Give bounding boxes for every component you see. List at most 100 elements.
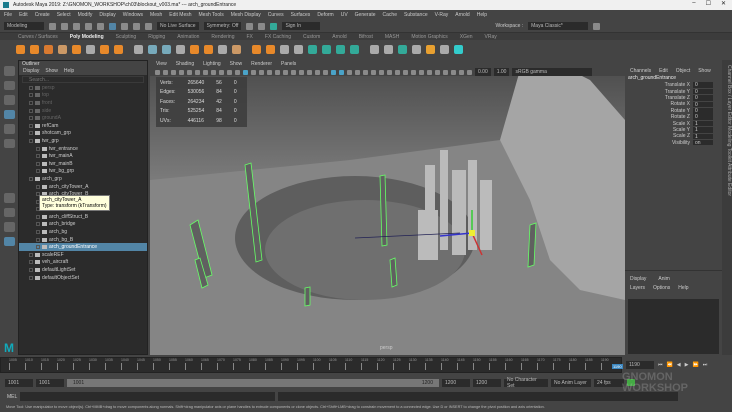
- outliner-item[interactable]: defaultLightSet: [19, 266, 147, 274]
- channel-value[interactable]: 1: [693, 133, 713, 140]
- menu-deform[interactable]: Deform: [317, 12, 333, 18]
- visibility-checkbox[interactable]: [36, 222, 40, 227]
- outliner-menu-help[interactable]: Help: [64, 68, 74, 74]
- visibility-checkbox[interactable]: [29, 275, 33, 280]
- viewport-persp[interactable]: View Shading Lighting Show Renderer Panels 0.…: [150, 60, 625, 355]
- play-forward-icon[interactable]: ▶: [685, 362, 689, 368]
- shelf-tool-icon[interactable]: [204, 44, 213, 54]
- shelf-tool-icon[interactable]: [100, 44, 109, 54]
- time-slider[interactable]: 1190 1005 1010 1015 1020 1025 1030 1035 1040 1045…: [0, 357, 623, 373]
- menu-mesh-tools[interactable]: Mesh Tools: [199, 12, 224, 18]
- viewport-tool-icon[interactable]: [435, 69, 440, 75]
- shelf-tab-xgen[interactable]: XGen: [460, 34, 473, 40]
- menu-file[interactable]: File: [4, 12, 12, 18]
- shelf-tool-icon[interactable]: [412, 44, 421, 54]
- viewport-tool-icon[interactable]: [203, 69, 208, 75]
- menu-set-dropdown[interactable]: Modeling: [4, 22, 44, 30]
- outliner-item[interactable]: twr_entrance: [19, 145, 147, 153]
- channel-value[interactable]: 0: [693, 88, 713, 95]
- outliner-item[interactable]: arch_cliffStruct_B: [19, 213, 147, 221]
- render-icon[interactable]: [246, 22, 254, 30]
- shelf-tool-icon[interactable]: [58, 44, 67, 54]
- step-forward-icon[interactable]: ⏩: [692, 362, 698, 368]
- snap-grid-icon[interactable]: [121, 22, 128, 30]
- outliner-item[interactable]: arch_groundEntrance: [19, 243, 147, 252]
- outliner-menu-display[interactable]: Display: [23, 68, 39, 74]
- channel-label[interactable]: Translate Z: [625, 95, 693, 101]
- outliner-item[interactable]: twr_mainB: [19, 160, 147, 168]
- visibility-checkbox[interactable]: [36, 161, 40, 166]
- shelf-tool-icon[interactable]: [16, 44, 25, 54]
- viewport-tool-icon[interactable]: [347, 69, 352, 75]
- outliner-layout-icon[interactable]: [3, 236, 15, 246]
- menu-surfaces[interactable]: Surfaces: [291, 12, 311, 18]
- shelf-tab-curves-surfaces[interactable]: Curves / Surfaces: [18, 34, 58, 40]
- select-tool-icon[interactable]: [3, 66, 15, 76]
- shelf-tab-arnold[interactable]: Arnold: [332, 34, 346, 40]
- layer-tab-anim[interactable]: Anim: [658, 276, 669, 282]
- hypershade-icon[interactable]: [270, 22, 278, 30]
- channel-row[interactable]: Translate Z0: [625, 95, 722, 101]
- shelf-tool-icon[interactable]: [294, 44, 303, 54]
- visibility-checkbox[interactable]: [36, 214, 40, 219]
- menu-uv[interactable]: UV: [341, 12, 348, 18]
- outliner-item[interactable]: shotcam_grp: [19, 130, 147, 138]
- viewport-tool-icon[interactable]: [187, 69, 192, 75]
- channel-row[interactable]: Scale Z1: [625, 133, 722, 140]
- shelf-tool-icon[interactable]: [280, 44, 289, 54]
- shelf-tool-icon[interactable]: [252, 44, 261, 54]
- viewport-tool-icon[interactable]: [331, 69, 336, 75]
- menu-help[interactable]: Help: [477, 12, 487, 18]
- shelf-tool-icon[interactable]: [148, 44, 157, 54]
- viewport-tool-icon[interactable]: [467, 69, 472, 75]
- ipr-render-icon[interactable]: [258, 22, 266, 30]
- viewport-tool-icon[interactable]: [307, 69, 312, 75]
- shelf-tab-mash[interactable]: MASH: [385, 34, 399, 40]
- viewport-tool-icon[interactable]: [171, 69, 176, 75]
- shelf-tool-icon[interactable]: [454, 44, 463, 54]
- outliner-item[interactable]: top: [19, 92, 147, 100]
- menu-select[interactable]: Select: [57, 12, 71, 18]
- select-mode-icon[interactable]: [109, 22, 116, 30]
- outliner-item[interactable]: twr_mainA: [19, 152, 147, 160]
- shelf-tool-icon[interactable]: [308, 44, 317, 54]
- play-back-icon[interactable]: ◀: [677, 362, 681, 368]
- outliner-item[interactable]: refCam: [19, 122, 147, 130]
- visibility-checkbox[interactable]: [36, 230, 40, 235]
- channel-label[interactable]: Scale X: [625, 121, 693, 127]
- channel-value[interactable]: on: [693, 139, 713, 146]
- visibility-checkbox[interactable]: [36, 146, 40, 151]
- viewport-menu-view[interactable]: View: [156, 61, 167, 67]
- channel-row[interactable]: Scale Y1: [625, 127, 722, 133]
- start-time-field[interactable]: 1001: [5, 378, 33, 387]
- shelf-tool-icon[interactable]: [190, 44, 199, 54]
- viewport-tool-icon[interactable]: [387, 69, 392, 75]
- viewport-tool-icon[interactable]: [179, 69, 184, 75]
- viewport-tool-icon[interactable]: [211, 69, 216, 75]
- outliner-item[interactable]: arch_bridge: [19, 221, 147, 229]
- visibility-checkbox[interactable]: [29, 85, 33, 90]
- viewport-tool-icon[interactable]: [451, 69, 456, 75]
- open-scene-icon[interactable]: [61, 22, 68, 30]
- visibility-checkbox[interactable]: [36, 154, 40, 159]
- shelf-tool-icon[interactable]: [426, 44, 435, 54]
- channel-label[interactable]: Rotate X: [625, 101, 693, 107]
- character-set-dropdown[interactable]: No Character Set: [504, 377, 548, 389]
- outliner-item[interactable]: twr_grp: [19, 137, 147, 145]
- menu-display[interactable]: Display: [99, 12, 115, 18]
- shelf-tool-icon[interactable]: [30, 44, 39, 54]
- shelf-tab-sculpting[interactable]: Sculpting: [116, 34, 137, 40]
- two-pane-layout-icon[interactable]: [3, 222, 15, 232]
- visibility-checkbox[interactable]: [29, 268, 33, 273]
- channel-value[interactable]: 0: [693, 95, 713, 101]
- go-start-icon[interactable]: ⏮: [658, 362, 663, 368]
- menu-mesh[interactable]: Mesh: [150, 12, 162, 18]
- outliner-item[interactable]: arch_bg_B: [19, 236, 147, 244]
- range-slider[interactable]: 1001 1200: [67, 378, 439, 387]
- layer-menu-options[interactable]: Options: [653, 285, 670, 291]
- redo-icon[interactable]: [97, 22, 104, 30]
- layer-menu-help[interactable]: Help: [678, 285, 688, 291]
- viewport-tool-icon[interactable]: [243, 69, 248, 75]
- visibility-checkbox[interactable]: [36, 169, 40, 174]
- shelf-tool-icon[interactable]: [336, 44, 345, 54]
